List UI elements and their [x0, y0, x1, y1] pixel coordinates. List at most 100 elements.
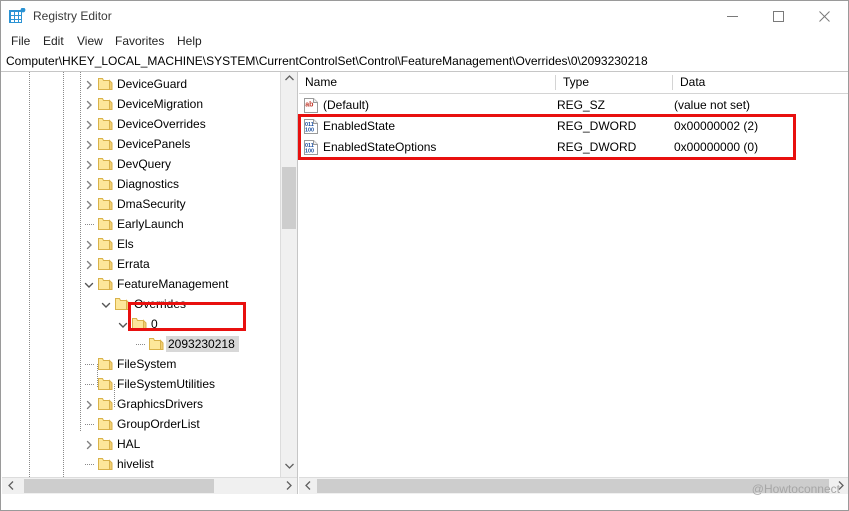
folder-icon [98, 357, 113, 370]
scroll-left-arrow[interactable] [299, 478, 316, 494]
tree-item-label: FeatureManagement [117, 277, 229, 291]
window-title: Registry Editor [33, 9, 112, 23]
folder-icon [98, 277, 113, 290]
folder-icon [98, 197, 113, 210]
tree-item-label: Diagnostics [117, 177, 180, 191]
string-value-icon: ab [304, 98, 318, 113]
tree-item-deviceoverrides[interactable]: DeviceOverrides [2, 114, 278, 134]
registry-tree-pane: DeviceGuard DeviceMigration DeviceOverride… [2, 72, 298, 494]
tree-item-grouporderlist[interactable]: GroupOrderList [2, 414, 278, 434]
tree-item-filesystemutilities[interactable]: FileSystemUtilities [2, 374, 278, 394]
chevron-right-icon[interactable] [84, 239, 94, 250]
folder-icon [98, 77, 113, 90]
value-data: 0x00000002 (2) [674, 119, 759, 133]
chevron-down-icon[interactable] [118, 319, 128, 329]
column-header-data[interactable]: Data [674, 72, 848, 93]
tree-item-devicemigration[interactable]: DeviceMigration [2, 94, 278, 114]
tree-item-overrides[interactable]: Overrides [2, 294, 278, 314]
tree-item-filesystem[interactable]: FileSystem [2, 354, 278, 374]
folder-icon [98, 377, 113, 390]
tree-item-label: 2093230218 [166, 336, 239, 352]
menu-item-file[interactable]: File [9, 33, 32, 49]
folder-icon [115, 297, 130, 310]
chevron-down-icon[interactable] [84, 279, 94, 289]
chevron-right-icon[interactable] [84, 259, 94, 270]
value-name: (Default) [323, 98, 370, 112]
folder-icon [98, 117, 113, 130]
tree-item-featuremanagement[interactable]: FeatureManagement [2, 274, 278, 294]
values-row[interactable]: 011 100 EnabledState REG_DWORD 0x00000002 (2… [299, 116, 848, 137]
tree-item-els[interactable]: Els [2, 234, 278, 254]
menu-item-favorites[interactable]: Favorites [113, 33, 166, 49]
column-divider[interactable] [555, 75, 556, 90]
dword-value-icon: 011 100 [304, 119, 318, 134]
tree-item-label: Errata [117, 257, 150, 271]
tree-vertical-scrollbar[interactable] [280, 72, 297, 477]
tree-item-label: DevQuery [117, 157, 172, 171]
svg-text:100: 100 [305, 127, 314, 133]
values-row[interactable]: ab (Default) REG_SZ (value not set) [299, 95, 848, 116]
value-name: EnabledStateOptions [323, 140, 437, 154]
tree-guide-stub [85, 224, 94, 225]
chevron-right-icon[interactable] [84, 199, 94, 210]
svg-text:100: 100 [305, 148, 314, 154]
value-data: (value not set) [674, 98, 751, 112]
chevron-right-icon[interactable] [84, 159, 94, 170]
tree-item-earlylaunch[interactable]: EarlyLaunch [2, 214, 278, 234]
tree-item-deviceguard[interactable]: DeviceGuard [2, 74, 278, 94]
watermark: @Howtoconnect [751, 482, 840, 496]
tree-item-dmasecurity[interactable]: DmaSecurity [2, 194, 278, 214]
values-pane: Name Type Data ab (Default) REG_SZ (value n… [299, 72, 848, 494]
tree-hscroll-thumb[interactable] [24, 479, 214, 493]
folder-icon [98, 417, 113, 430]
menu-item-view[interactable]: View [75, 33, 105, 49]
svg-text:ab: ab [305, 102, 313, 109]
tree-scroll-thumb[interactable] [282, 167, 296, 229]
scroll-down-arrow[interactable] [281, 460, 297, 477]
folder-icon [98, 177, 113, 190]
chevron-down-icon[interactable] [101, 299, 111, 309]
tree-item-devquery[interactable]: DevQuery [2, 154, 278, 174]
folder-icon [98, 97, 113, 110]
column-divider[interactable] [672, 75, 673, 90]
menu-item-edit[interactable]: Edit [41, 33, 66, 49]
scroll-up-arrow[interactable] [281, 72, 297, 89]
value-name: EnabledState [323, 119, 396, 133]
menu-item-help[interactable]: Help [175, 33, 204, 49]
registry-path: Computer\HKEY_LOCAL_MACHINE\SYSTEM\Curre… [6, 54, 648, 68]
column-header-type[interactable]: Type [557, 72, 674, 93]
scroll-right-arrow[interactable] [280, 478, 297, 494]
tree-item-hivelist[interactable]: hivelist [2, 454, 278, 474]
tree-horizontal-scrollbar[interactable] [2, 477, 297, 494]
chevron-right-icon[interactable] [84, 439, 94, 450]
tree-item-0[interactable]: 0 [2, 314, 278, 334]
address-bar[interactable]: Computer\HKEY_LOCAL_MACHINE\SYSTEM\Curre… [1, 51, 848, 72]
tree-item-label: HAL [117, 437, 141, 451]
chevron-right-icon[interactable] [84, 399, 94, 410]
tree-item-graphicsdrivers[interactable]: GraphicsDrivers [2, 394, 278, 414]
chevron-right-icon[interactable] [84, 179, 94, 190]
values-row[interactable]: 011 100 EnabledStateOptions REG_DWORD 0x0000… [299, 137, 848, 158]
tree-item-hal[interactable]: HAL [2, 434, 278, 454]
folder-icon [98, 437, 113, 450]
chevron-right-icon[interactable] [84, 79, 94, 90]
tree-item-label: DeviceMigration [117, 97, 204, 111]
column-header-name[interactable]: Name [299, 72, 555, 93]
tree-item-devicepanels[interactable]: DevicePanels [2, 134, 278, 154]
title-bar: Registry Editor [1, 1, 848, 31]
registry-editor-window: Registry Editor File Edit View Favorites… [0, 0, 849, 511]
tree-item-diagnostics[interactable]: Diagnostics [2, 174, 278, 194]
tree-item-2093230218[interactable]: 2093230218 [2, 334, 278, 354]
chevron-right-icon[interactable] [84, 119, 94, 130]
value-type: REG_DWORD [557, 119, 637, 133]
minimize-button[interactable] [709, 1, 755, 31]
maximize-button[interactable] [755, 1, 801, 31]
value-type: REG_DWORD [557, 140, 637, 154]
close-button[interactable] [801, 1, 847, 31]
chevron-right-icon[interactable] [84, 99, 94, 110]
chevron-right-icon[interactable] [84, 139, 94, 150]
scroll-left-arrow[interactable] [2, 478, 19, 494]
tree-item-errata[interactable]: Errata [2, 254, 278, 274]
registry-tree[interactable]: DeviceGuard DeviceMigration DeviceOverride… [2, 72, 278, 494]
folder-icon [98, 237, 113, 250]
